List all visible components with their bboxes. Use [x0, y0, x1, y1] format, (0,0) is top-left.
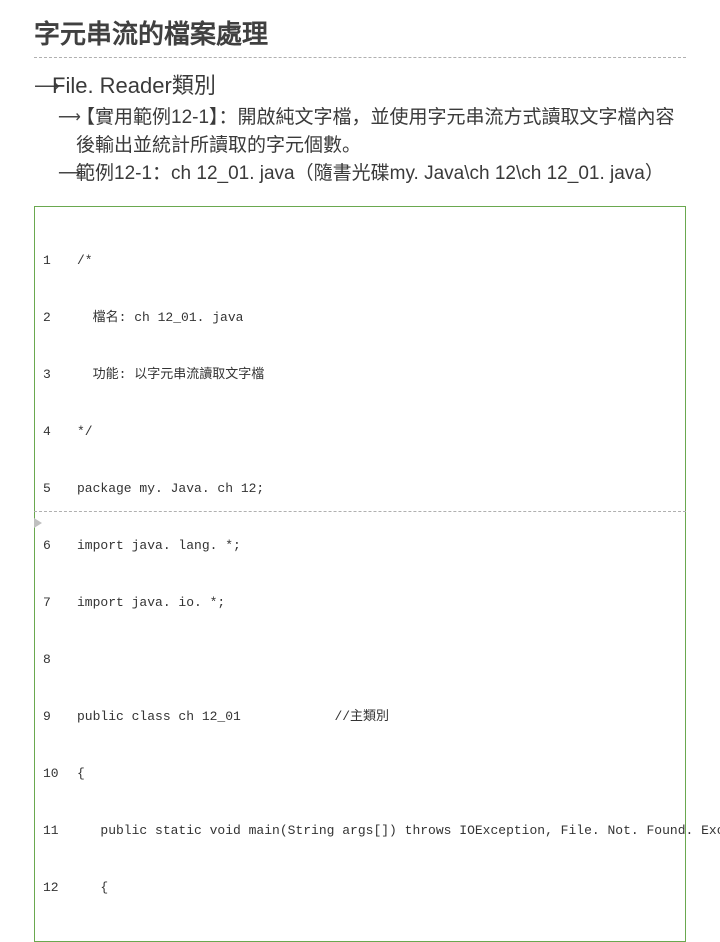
code-line: 12 {: [43, 878, 677, 897]
code-line: 3 功能: 以字元串流讀取文字檔: [43, 365, 677, 384]
code-line: 8: [43, 650, 677, 669]
code-text: import java. io. *;: [77, 593, 225, 612]
sub-bullet-icon: ⟶: [58, 104, 76, 132]
line-number: 6: [43, 536, 77, 555]
code-text: 功能: 以字元串流讀取文字檔: [77, 365, 264, 384]
slide-title: 字元串流的檔案處理: [34, 14, 686, 51]
corner-arrow-icon: [34, 518, 42, 528]
code-text: /*: [77, 251, 93, 270]
sub-bullet-text: 【實用範例12-1】：開啟純文字檔，並使用字元串流方式讀取文字檔內容後輸出並統計…: [76, 104, 686, 160]
line-number: 3: [43, 365, 77, 384]
line-number: 4: [43, 422, 77, 441]
code-line: 2 檔名: ch 12_01. java: [43, 308, 677, 327]
bullet-main-row: ⟶ File. Reader類別: [34, 72, 686, 100]
code-line: 4*/: [43, 422, 677, 441]
code-line: 7import java. io. *;: [43, 593, 677, 612]
code-text: public static void main(String args[]) t…: [77, 821, 720, 840]
code-box: 1/* 2 檔名: ch 12_01. java 3 功能: 以字元串流讀取文字…: [34, 206, 686, 942]
line-number: 12: [43, 878, 77, 897]
code-text: {: [77, 764, 85, 783]
code-line: 1/*: [43, 251, 677, 270]
code-text: 檔名: ch 12_01. java: [77, 308, 243, 327]
line-number: 8: [43, 650, 77, 669]
line-number: 9: [43, 707, 77, 726]
line-number: 10: [43, 764, 77, 783]
sub-bullet-text: 範例12-1：ch 12_01. java（隨書光碟my. Java\ch 12…: [76, 160, 664, 188]
divider-bottom: [34, 511, 686, 512]
line-number: 1: [43, 251, 77, 270]
bullet-icon: ⟶: [34, 72, 52, 100]
line-number: 2: [43, 308, 77, 327]
code-text: package my. Java. ch 12;: [77, 479, 264, 498]
sub-bullet-row: ⟶ 【實用範例12-1】：開啟純文字檔，並使用字元串流方式讀取文字檔內容後輸出並…: [58, 104, 686, 160]
sub-bullet-row: ⟶ 範例12-1：ch 12_01. java（隨書光碟my. Java\ch …: [58, 160, 686, 188]
code-line: 6import java. lang. *;: [43, 536, 677, 555]
line-number: 5: [43, 479, 77, 498]
sub-bullet-icon: ⟶: [58, 160, 76, 188]
code-text: public class ch 12_01 //主類別: [77, 707, 389, 726]
code-line: 11 public static void main(String args[]…: [43, 821, 677, 840]
code-line: 10{: [43, 764, 677, 783]
code-line: 5package my. Java. ch 12;: [43, 479, 677, 498]
divider-top: [34, 57, 686, 58]
line-number: 7: [43, 593, 77, 612]
code-text: {: [77, 878, 108, 897]
bullet-main-text: File. Reader類別: [52, 72, 216, 100]
code-text: import java. lang. *;: [77, 536, 241, 555]
code-text: */: [77, 422, 93, 441]
line-number: 11: [43, 821, 77, 840]
code-line: 9public class ch 12_01 //主類別: [43, 707, 677, 726]
